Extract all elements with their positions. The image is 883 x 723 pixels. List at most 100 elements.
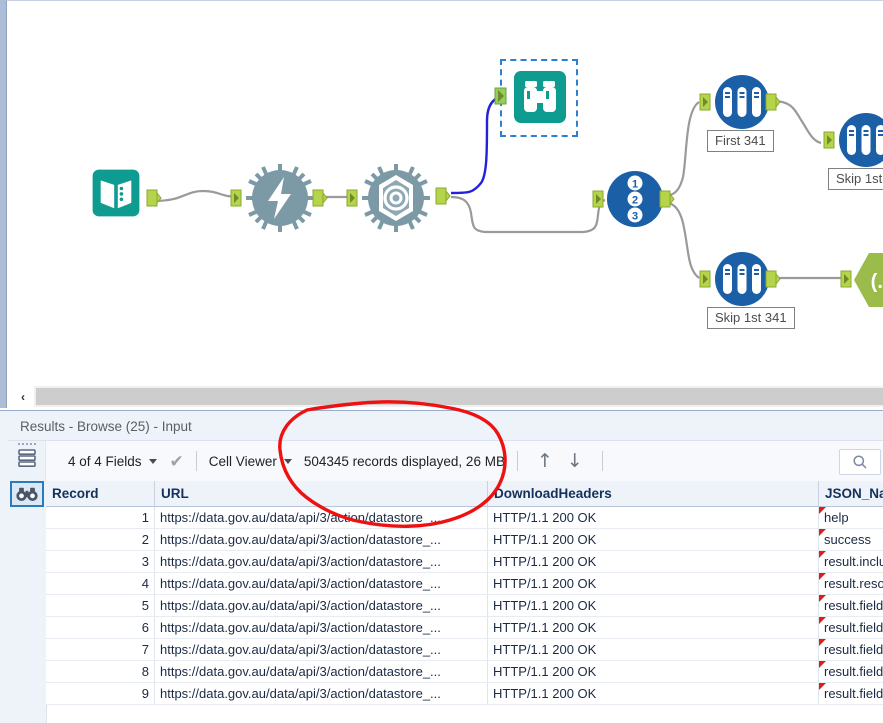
results-grid[interactable]: Record URL DownloadHeaders JSON_Name 1ht…: [8, 481, 883, 723]
node-sample-skip-b[interactable]: [713, 250, 771, 308]
col-header-record[interactable]: Record: [46, 481, 155, 507]
table-row[interactable]: 7https://data.gov.au/data/api/3/action/d…: [46, 639, 883, 661]
port-output-input-data[interactable]: [146, 189, 162, 207]
table-row[interactable]: 4https://data.gov.au/data/api/3/action/d…: [46, 573, 883, 595]
table-row[interactable]: 2https://data.gov.au/data/api/3/action/d…: [46, 529, 883, 551]
chevron-down-icon[interactable]: [149, 459, 157, 464]
table-row[interactable]: 3https://data.gov.au/data/api/3/action/d…: [46, 551, 883, 573]
cell-url[interactable]: https://data.gov.au/data/api/3/action/da…: [155, 683, 488, 705]
cell-downloadheaders[interactable]: HTTP/1.1 200 OK: [488, 683, 819, 705]
toolbar-divider-2: [517, 451, 518, 471]
node-input-data[interactable]: [89, 166, 143, 220]
cell-json-name[interactable]: success: [819, 529, 883, 551]
results-table[interactable]: Record URL DownloadHeaders JSON_Name 1ht…: [46, 481, 883, 705]
node-browse[interactable]: [512, 69, 568, 125]
cell-record[interactable]: 2: [46, 529, 155, 551]
port-input-auto-field[interactable]: [230, 189, 246, 207]
chevron-down-icon-2[interactable]: [284, 459, 292, 464]
workflow-canvas[interactable]: 1 2 3: [0, 0, 883, 408]
cell-record[interactable]: 3: [46, 551, 155, 573]
results-toolbar: 4 of 4 Fields ✔ Cell Viewer 504345 recor…: [8, 441, 883, 481]
table-row[interactable]: 6https://data.gov.au/data/api/3/action/d…: [46, 617, 883, 639]
apply-check-icon[interactable]: ✔: [170, 453, 184, 470]
cell-url[interactable]: https://data.gov.au/data/api/3/action/da…: [155, 529, 488, 551]
node-record-id[interactable]: 1 2 3: [605, 169, 665, 229]
cell-downloadheaders[interactable]: HTTP/1.1 200 OK: [488, 617, 819, 639]
browse-tool-tab[interactable]: [10, 481, 44, 507]
cell-json-name[interactable]: result.resourc: [819, 573, 883, 595]
port-output-auto-field[interactable]: [312, 189, 328, 207]
port-output-record-id[interactable]: [659, 190, 675, 208]
alteryx-designer-window: 1 2 3: [0, 0, 883, 723]
workflow-canvas-surface[interactable]: 1 2 3: [6, 0, 883, 408]
cell-url[interactable]: https://data.gov.au/data/api/3/action/da…: [155, 661, 488, 683]
port-input-sample-first[interactable]: [699, 93, 715, 111]
cell-viewer-label: Cell Viewer: [209, 454, 277, 469]
port-output-download[interactable]: [435, 187, 451, 205]
cell-record[interactable]: 5: [46, 595, 155, 617]
cell-downloadheaders[interactable]: HTTP/1.1 200 OK: [488, 573, 819, 595]
node-auto-field[interactable]: [243, 161, 317, 235]
cell-downloadheaders[interactable]: HTTP/1.1 200 OK: [488, 595, 819, 617]
drag-handle-dots-icon[interactable]: [18, 443, 36, 445]
cell-record[interactable]: 4: [46, 573, 155, 595]
cell-json-name[interactable]: result.fields.0.: [819, 617, 883, 639]
cell-record[interactable]: 7: [46, 639, 155, 661]
cell-downloadheaders[interactable]: HTTP/1.1 200 OK: [488, 529, 819, 551]
truncated-flag-icon: [819, 683, 826, 690]
node-download[interactable]: [359, 161, 433, 235]
search-input[interactable]: [839, 449, 881, 475]
port-input-sample-skip-b[interactable]: [699, 270, 715, 288]
col-header-downloadheaders[interactable]: DownloadHeaders: [488, 481, 819, 507]
toolbar-divider-1: [196, 451, 197, 471]
cell-viewer-selector[interactable]: Cell Viewer: [209, 454, 296, 469]
col-header-url[interactable]: URL: [155, 481, 488, 507]
cell-downloadheaders[interactable]: HTTP/1.1 200 OK: [488, 639, 819, 661]
cell-record[interactable]: 1: [46, 507, 155, 529]
truncated-flag-icon: [819, 529, 826, 536]
cell-json-name[interactable]: result.fields.2.: [819, 683, 883, 705]
scroll-up-button[interactable]: ↑: [537, 452, 553, 471]
port-input-download[interactable]: [346, 189, 362, 207]
cell-url[interactable]: https://data.gov.au/data/api/3/action/da…: [155, 551, 488, 573]
scroll-down-button[interactable]: ↓: [567, 452, 583, 471]
cell-record[interactable]: 8: [46, 661, 155, 683]
layout-rows-icon[interactable]: [16, 447, 38, 469]
table-body: 1https://data.gov.au/data/api/3/action/d…: [46, 507, 883, 705]
scroll-left-arrow-icon[interactable]: ‹: [12, 386, 34, 407]
cell-json-name[interactable]: result.include_: [819, 551, 883, 573]
table-row[interactable]: 9https://data.gov.au/data/api/3/action/d…: [46, 683, 883, 705]
cell-record[interactable]: 6: [46, 617, 155, 639]
node-sample-first[interactable]: [713, 73, 771, 131]
cell-downloadheaders[interactable]: HTTP/1.1 200 OK: [488, 661, 819, 683]
cell-url[interactable]: https://data.gov.au/data/api/3/action/da…: [155, 595, 488, 617]
cell-record[interactable]: 9: [46, 683, 155, 705]
port-input-record-id[interactable]: [592, 190, 608, 208]
node-regex[interactable]: (.*): [853, 251, 883, 309]
table-row[interactable]: 8https://data.gov.au/data/api/3/action/d…: [46, 661, 883, 683]
table-row[interactable]: 1https://data.gov.au/data/api/3/action/d…: [46, 507, 883, 529]
cell-url[interactable]: https://data.gov.au/data/api/3/action/da…: [155, 507, 488, 529]
scrollbar-track[interactable]: [36, 388, 883, 405]
cell-downloadheaders[interactable]: HTTP/1.1 200 OK: [488, 507, 819, 529]
cell-json-name[interactable]: result.fields.0.: [819, 595, 883, 617]
port-input-sample-skip-a[interactable]: [823, 131, 839, 149]
cell-json-name[interactable]: result.fields.1.: [819, 639, 883, 661]
cell-url[interactable]: https://data.gov.au/data/api/3/action/da…: [155, 573, 488, 595]
cell-url[interactable]: https://data.gov.au/data/api/3/action/da…: [155, 617, 488, 639]
results-title: Results - Browse (25) - Input: [8, 412, 883, 441]
cell-url[interactable]: https://data.gov.au/data/api/3/action/da…: [155, 639, 488, 661]
col-header-json-name[interactable]: JSON_Name: [819, 481, 883, 507]
port-input-browse[interactable]: [494, 87, 512, 105]
cell-downloadheaders[interactable]: HTTP/1.1 200 OK: [488, 551, 819, 573]
port-output-sample-skip-b[interactable]: [765, 270, 781, 288]
fields-selector[interactable]: 4 of 4 Fields: [68, 454, 161, 469]
port-output-sample-first[interactable]: [765, 93, 781, 111]
cell-json-name[interactable]: help: [819, 507, 883, 529]
table-row[interactable]: 5https://data.gov.au/data/api/3/action/d…: [46, 595, 883, 617]
node-sample-skip-a[interactable]: [837, 111, 883, 169]
canvas-horizontal-scrollbar[interactable]: ‹: [12, 386, 883, 407]
cell-json-name[interactable]: result.fields.1.: [819, 661, 883, 683]
port-input-regex[interactable]: [840, 270, 856, 288]
records-displayed-label: 504345 records displayed, 26 MB: [304, 454, 505, 469]
